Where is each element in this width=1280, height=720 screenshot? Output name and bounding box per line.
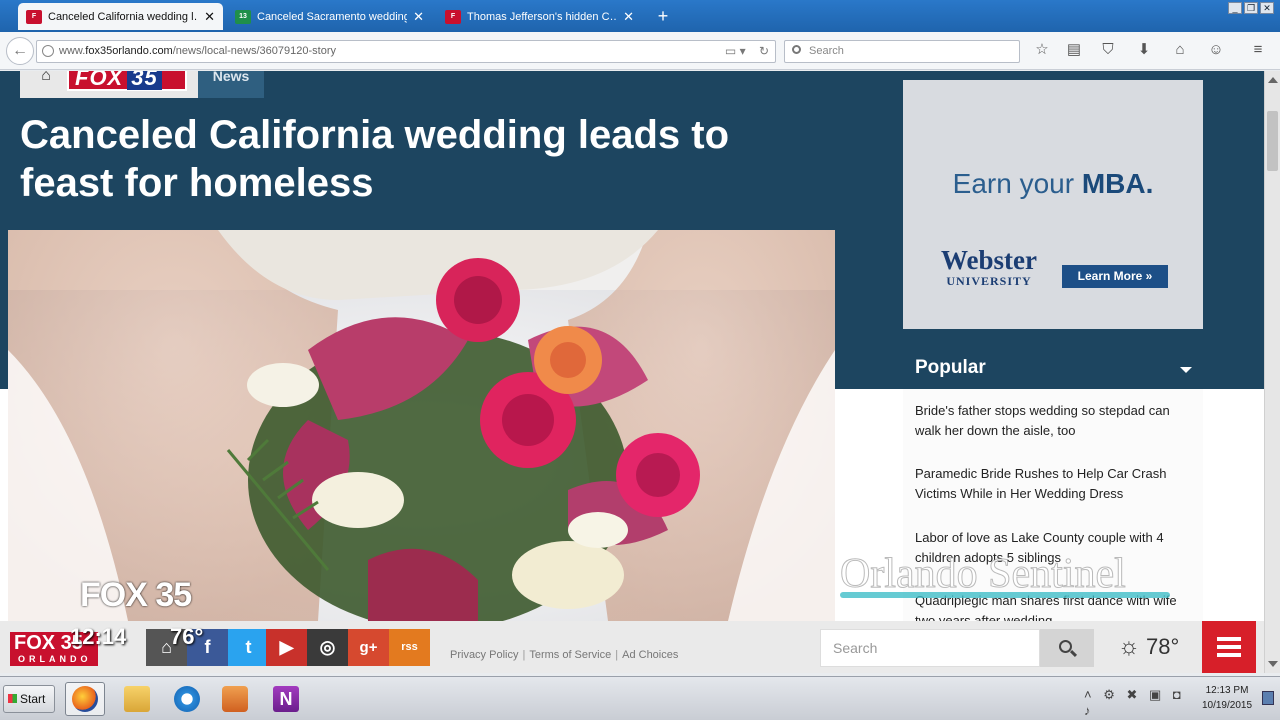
ad-tagline-prefix: Earn your bbox=[952, 168, 1082, 199]
tab-strip: F Canceled California wedding l… ✕ 13 Ca… bbox=[0, 0, 1280, 32]
windows-taskbar: Start N ˄ ⚙ ✖ ▣ ◘ ♪ 12:13 PM 10/19/2015 bbox=[0, 676, 1280, 720]
webster-sub: UNIVERSITY bbox=[946, 274, 1032, 288]
pocket-icon[interactable]: ⛉ bbox=[1098, 40, 1118, 60]
site-menu-button[interactable] bbox=[1202, 621, 1256, 673]
download-icon[interactable]: ⬇ bbox=[1134, 40, 1154, 60]
fox35-station-logo: FOX 35 bbox=[80, 576, 192, 614]
terms-of-service-link[interactable]: Terms of Service bbox=[529, 649, 611, 661]
tab-title: Thomas Jefferson's hidden C… bbox=[467, 10, 618, 23]
twitter-icon[interactable]: t bbox=[228, 629, 269, 666]
broadcast-time: 12:14 bbox=[70, 624, 127, 649]
clock-time: 12:13 PM bbox=[1205, 685, 1249, 696]
url-prefix: www. bbox=[59, 45, 86, 57]
internet-explorer-icon bbox=[174, 686, 200, 712]
back-button[interactable]: ← bbox=[6, 37, 34, 65]
tab-title: Canceled Sacramento wedding … bbox=[257, 10, 408, 23]
ad-tagline-bold: MBA. bbox=[1081, 168, 1154, 199]
tab-canceled-sacramento[interactable]: 13 Canceled Sacramento wedding … ✕ bbox=[227, 3, 432, 30]
site-home-icon[interactable]: ⌂ bbox=[36, 71, 56, 87]
chat-icon[interactable]: ☺ bbox=[1206, 40, 1226, 60]
navigation-toolbar: ← www.fox35orlando.com/news/local-news/3… bbox=[0, 32, 1280, 70]
show-desktop-button[interactable] bbox=[1262, 691, 1274, 705]
windows-flag-icon bbox=[8, 694, 17, 703]
system-tray-icons[interactable]: ˄ ⚙ ✖ ▣ ◘ ♪ bbox=[1084, 687, 1194, 718]
article-headline: Canceled California wedding leads to fea… bbox=[20, 113, 730, 205]
explorer-taskbar-button[interactable] bbox=[117, 682, 157, 716]
logo-number: 35 bbox=[127, 71, 162, 90]
browser-search-input[interactable]: Search bbox=[784, 40, 1020, 63]
bookmark-star-icon[interactable]: ☆ bbox=[1032, 40, 1052, 60]
search-icon bbox=[792, 45, 801, 54]
logo-text: FOX bbox=[75, 71, 124, 90]
popular-item[interactable]: Paramedic Bride Rushes to Help Car Crash… bbox=[915, 464, 1197, 504]
globe-icon bbox=[42, 45, 54, 57]
popular-item[interactable]: Bride's father stops wedding so stepdad … bbox=[915, 401, 1197, 441]
tab-thomas-jefferson[interactable]: F Thomas Jefferson's hidden C… ✕ bbox=[437, 3, 642, 30]
tab-canceled-california[interactable]: F Canceled California wedding l… ✕ bbox=[18, 3, 223, 30]
firefox-icon bbox=[72, 686, 98, 712]
weather-widget[interactable]: ☼ 78° bbox=[1118, 630, 1198, 664]
url-domain: fox35orlando.com bbox=[85, 45, 173, 57]
tab-title: Canceled California wedding l… bbox=[48, 10, 199, 23]
privacy-policy-link[interactable]: Privacy Policy bbox=[450, 649, 518, 661]
google-plus-icon[interactable]: g+ bbox=[348, 629, 389, 666]
page-scrollbar[interactable] bbox=[1264, 71, 1280, 673]
fox35-logo[interactable]: FOX 35 bbox=[67, 71, 187, 91]
hamburger-menu-icon[interactable]: ≡ bbox=[1248, 40, 1268, 60]
scrollbar-thumb[interactable] bbox=[1267, 111, 1278, 171]
channel13-favicon-icon: 13 bbox=[235, 9, 251, 24]
start-button[interactable]: Start bbox=[3, 685, 55, 713]
start-label: Start bbox=[20, 692, 46, 706]
system-clock[interactable]: 12:13 PM 10/19/2015 bbox=[1196, 683, 1258, 713]
media-player-taskbar-button[interactable] bbox=[215, 682, 255, 716]
close-tab-icon[interactable]: ✕ bbox=[623, 9, 634, 25]
ie-taskbar-button[interactable] bbox=[167, 682, 207, 716]
webster-mba-advertisement[interactable]: Earn your MBA. Webster UNIVERSITY Learn … bbox=[903, 80, 1203, 329]
media-player-icon bbox=[222, 686, 248, 712]
home-icon[interactable]: ⌂ bbox=[1170, 40, 1190, 60]
purple-n-icon: N bbox=[273, 686, 299, 712]
firefox-taskbar-button[interactable] bbox=[65, 682, 105, 716]
ad-choices-link[interactable]: Ad Choices bbox=[622, 649, 678, 661]
close-tab-icon[interactable]: ✕ bbox=[204, 9, 215, 25]
broadcast-temperature: 76° bbox=[170, 624, 204, 649]
popular-heading[interactable]: Popular bbox=[915, 357, 1195, 381]
clock-date: 10/19/2015 bbox=[1201, 700, 1253, 711]
fox-favicon-icon: F bbox=[26, 9, 42, 24]
close-tab-icon[interactable]: ✕ bbox=[413, 9, 424, 25]
address-bar[interactable]: www.fox35orlando.com/news/local-news/360… bbox=[36, 40, 776, 63]
fox-favicon-icon: F bbox=[445, 9, 461, 24]
reader-and-reload-icons[interactable]: ▭ ▾ ↻ bbox=[725, 41, 769, 62]
app-n-taskbar-button[interactable]: N bbox=[266, 682, 306, 716]
sentinel-swoosh bbox=[840, 592, 1170, 598]
url-path: /news/local-news/36079120-story bbox=[172, 45, 336, 57]
site-search-input[interactable]: Search bbox=[820, 629, 1040, 667]
learn-more-button[interactable]: Learn More » bbox=[1062, 265, 1168, 288]
folder-icon bbox=[124, 686, 150, 712]
ad-tagline: Earn your MBA. bbox=[903, 168, 1203, 200]
article-photo-bouquet bbox=[8, 230, 835, 621]
sun-icon: ☼ bbox=[1118, 633, 1140, 660]
browser-search-placeholder: Search bbox=[809, 45, 844, 57]
minimize-window-button[interactable]: _ bbox=[1228, 2, 1242, 14]
legal-links: Privacy Policy | Terms of Service | Ad Choic… bbox=[450, 649, 679, 661]
webster-name: Webster bbox=[941, 245, 1037, 275]
instagram-icon[interactable]: ◎ bbox=[307, 629, 348, 666]
restore-window-button[interactable]: ❐ bbox=[1244, 2, 1258, 14]
webster-logo: Webster UNIVERSITY bbox=[937, 246, 1041, 289]
site-search-button[interactable] bbox=[1040, 629, 1094, 667]
news-section-tab[interactable]: News bbox=[198, 71, 264, 98]
close-window-button[interactable]: ✕ bbox=[1260, 2, 1274, 14]
weather-temperature: 78° bbox=[1146, 634, 1180, 659]
youtube-icon[interactable]: ▶ bbox=[266, 629, 307, 666]
bouquet-illustration bbox=[8, 230, 835, 621]
rss-icon[interactable]: rss bbox=[389, 629, 430, 666]
bug-city: ORLANDO bbox=[18, 654, 92, 664]
new-tab-button[interactable]: + bbox=[652, 6, 674, 26]
bookmarks-list-icon[interactable]: ▤ bbox=[1064, 40, 1084, 60]
chevron-down-icon[interactable] bbox=[1180, 367, 1192, 373]
